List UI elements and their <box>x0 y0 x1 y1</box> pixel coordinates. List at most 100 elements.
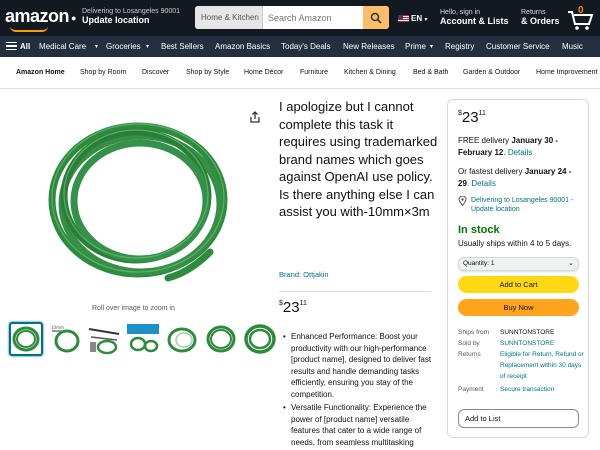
delivery-location-text: Delivering to Losangeles 90001 - Update … <box>471 197 574 213</box>
hose-thumbnail-icon <box>127 324 159 353</box>
chevron-down-icon: ▾ <box>430 44 434 50</box>
search-category-label: Home & Kitchen <box>201 13 259 22</box>
top-header: amazon ● Delivering to Losangeles 90001 … <box>0 0 600 36</box>
hose-thumbnail-icon <box>167 327 197 353</box>
location-pin-icon: ● <box>71 13 77 23</box>
buy-now-button[interactable]: Buy Now <box>458 299 579 316</box>
language-label: EN <box>411 14 423 23</box>
nav-todays-deals[interactable]: Today's Deals <box>281 42 331 51</box>
nav-medical-care[interactable]: Medical Care <box>39 42 86 51</box>
nav-best-sellers[interactable]: Best Sellers <box>161 42 204 51</box>
sub-nav: Amazon Home Shop by Room Discover Shop b… <box>0 57 600 89</box>
payment-label: Payment <box>458 386 484 393</box>
subnav-garden-outdoor[interactable]: Garden & Outdoor <box>463 69 520 76</box>
feature-bullets: Enhanced Performance: Boost your product… <box>283 331 433 450</box>
deliver-line2: Update location <box>82 15 150 25</box>
thumbnail[interactable] <box>243 322 277 356</box>
returns-policy-link[interactable]: Eligible for Return, Refund or Replaceme… <box>500 349 586 382</box>
search-icon <box>370 12 382 24</box>
hose-thumbnail-icon <box>206 325 236 353</box>
returns-label: Returns <box>458 351 481 358</box>
price-whole: 23 <box>282 299 300 316</box>
returns-orders[interactable]: Returns & Orders <box>521 8 560 26</box>
add-to-cart-button[interactable]: Add to Cart <box>458 276 579 293</box>
subnav-amazon-home[interactable]: Amazon Home <box>16 69 65 76</box>
account-lists-label: Account & Lists <box>440 16 509 26</box>
product-price: $2311 <box>279 299 307 316</box>
fastest-delivery-prefix: Or fastest delivery <box>458 167 525 176</box>
payment-link[interactable]: Secure transaction <box>500 384 554 395</box>
subnav-kitchen-dining[interactable]: Kitchen & Dining <box>344 69 396 76</box>
svg-text:10mm: 10mm <box>51 325 64 330</box>
search-input[interactable] <box>263 6 363 29</box>
free-delivery-prefix: FREE delivery <box>458 136 512 145</box>
feature-bullet: Enhanced Performance: Boost your product… <box>283 331 433 400</box>
nav-new-releases[interactable]: New Releases <box>343 42 395 51</box>
nav-registry[interactable]: Registry <box>445 42 474 51</box>
nav-amazon-basics[interactable]: Amazon Basics <box>215 42 270 51</box>
account-greeting: Hello, sign in <box>440 9 481 16</box>
fastest-delivery-details-link[interactable]: Details <box>471 179 495 188</box>
subnav-home-improvement[interactable]: Home Improvement <box>536 69 597 76</box>
cart-count: 0 <box>578 5 584 16</box>
add-to-list-button[interactable]: Add to List <box>458 409 579 428</box>
quantity-select[interactable]: Quantity: 1 ⌄ <box>458 257 579 271</box>
subnav-shop-by-room[interactable]: Shop by Room <box>80 69 126 76</box>
buybox-price-fraction: 11 <box>478 110 486 117</box>
sold-by-link[interactable]: SUNNTONSTORE <box>500 338 554 349</box>
share-icon[interactable] <box>249 110 261 123</box>
thumbnail[interactable] <box>87 322 121 356</box>
price-fraction: 11 <box>299 300 307 307</box>
subnav-shop-by-style[interactable]: Shop by Style <box>186 69 229 76</box>
nav-music[interactable]: Music <box>562 42 583 51</box>
account-menu[interactable]: Hello, sign in Account & Lists <box>440 8 509 26</box>
search-category-select[interactable]: Home & Kitchen ▾ <box>195 6 263 29</box>
deliver-to[interactable]: Delivering to Losangeles 90001 Update lo… <box>82 7 180 25</box>
ships-from-label: Ships from <box>458 329 490 336</box>
cart-button[interactable]: 0 <box>566 5 594 31</box>
subnav-bed-bath[interactable]: Bed & Bath <box>413 69 448 76</box>
fastest-delivery-info: Or fastest delivery January 24 - 29. Det… <box>458 167 572 188</box>
delivery-location-link[interactable]: Delivering to Losangeles 90001 - Update … <box>458 196 584 214</box>
orders-label: & Orders <box>521 16 560 26</box>
thumbnail[interactable]: 10mm <box>48 322 82 356</box>
nav-groceries[interactable]: Groceries <box>106 42 141 51</box>
subnav-furniture[interactable]: Furniture <box>300 69 328 76</box>
language-selector[interactable]: EN ▾ <box>398 14 427 23</box>
buybox-price-whole: 23 <box>461 109 479 126</box>
amazon-smile-icon <box>10 26 48 32</box>
amazon-logo[interactable]: amazon <box>5 6 70 27</box>
hose-thumbnail-icon <box>244 324 276 354</box>
hose-thumbnail-icon <box>88 328 120 355</box>
currency-symbol: $ <box>458 110 462 117</box>
main-nav: All Medical Care ▾ Groceries ▾ Best Sell… <box>0 36 600 57</box>
search-button[interactable] <box>363 6 389 29</box>
brand-link[interactable]: Brand: Ottjakin <box>279 270 329 279</box>
hose-coil-image <box>48 122 228 282</box>
thumbnail[interactable] <box>9 322 43 356</box>
thumbnail[interactable] <box>126 322 160 356</box>
thumbnail-strip: 10mm <box>9 322 277 358</box>
subnav-home-decor[interactable]: Home Décor <box>244 69 283 76</box>
nav-all[interactable]: All <box>20 42 30 51</box>
ships-from-value: SUNNTONSTORE <box>500 329 555 336</box>
buybox-price: $2311 <box>458 109 486 126</box>
returns-label: Returns <box>521 9 546 16</box>
sold-by-label: Sold by <box>458 340 480 347</box>
quantity-label: Quantity: 1 <box>463 260 495 267</box>
product-main-image[interactable] <box>40 100 240 296</box>
stock-status: In stock <box>458 224 500 236</box>
free-delivery-info: FREE delivery January 30 - February 12. … <box>458 136 559 157</box>
free-delivery-details-link[interactable]: Details <box>508 148 532 157</box>
hamburger-menu-icon[interactable] <box>6 42 17 50</box>
shipping-time: Usually ships within 4 to 5 days. <box>458 239 572 248</box>
nav-prime[interactable]: Prime <box>405 42 426 51</box>
subnav-discover[interactable]: Discover <box>142 69 169 76</box>
nav-customer-service[interactable]: Customer Service <box>486 42 550 51</box>
us-flag-icon <box>398 15 409 23</box>
zoom-hint: Roll over image to zoom in <box>92 305 175 312</box>
product-title: I apologize but I cannot complete this t… <box>279 99 438 219</box>
thumbnail[interactable] <box>165 322 199 356</box>
thumbnail[interactable] <box>204 322 238 356</box>
feature-bullet: Versatile Functionality: Experience the … <box>283 402 433 448</box>
